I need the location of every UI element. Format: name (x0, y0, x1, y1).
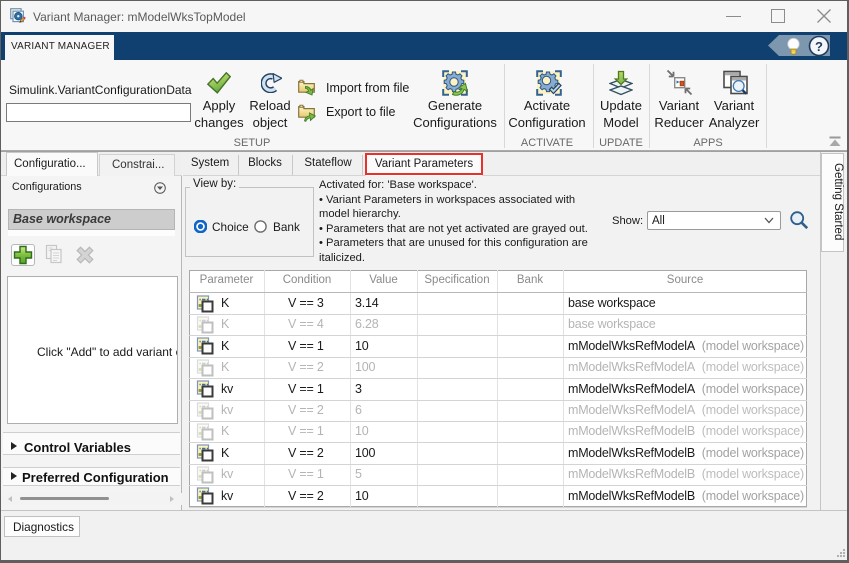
svg-text:?: ? (815, 39, 823, 54)
